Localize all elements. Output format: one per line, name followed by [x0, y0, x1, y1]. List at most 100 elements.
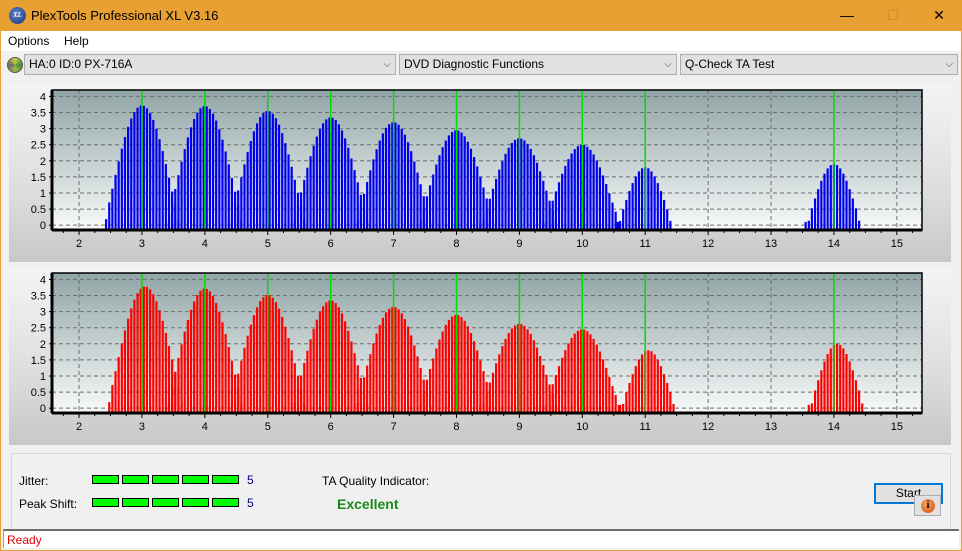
bar	[123, 136, 127, 232]
bar	[416, 356, 419, 415]
bar	[447, 135, 451, 232]
bar	[347, 147, 350, 232]
bar	[359, 205, 362, 232]
bar	[117, 357, 120, 415]
menu-options[interactable]: Options	[8, 34, 49, 48]
bar	[495, 178, 498, 232]
bar	[362, 377, 366, 415]
bar	[460, 132, 463, 232]
jitter-segment	[122, 475, 149, 484]
test-select[interactable]: Q-Check TA Test ⌵	[680, 54, 958, 75]
bar	[488, 382, 491, 415]
bar	[152, 294, 155, 415]
bar	[625, 392, 628, 415]
bar	[221, 139, 224, 232]
bar	[608, 193, 611, 232]
bar	[611, 386, 614, 415]
y-tick-label: 2.5	[31, 140, 46, 152]
bar	[309, 156, 312, 232]
bar	[174, 188, 177, 232]
bar	[659, 191, 663, 232]
y-tick-label: 0.5	[31, 204, 46, 216]
minimize-button[interactable]: —	[824, 0, 870, 31]
bar	[628, 382, 631, 415]
menu-help[interactable]: Help	[64, 34, 89, 48]
bar	[155, 301, 158, 415]
bar	[369, 170, 372, 232]
bar	[817, 189, 820, 232]
bar	[359, 388, 362, 415]
drive-select-value: HA:0 ID:0 PX-716A	[29, 57, 133, 71]
bar	[221, 322, 224, 415]
bar	[625, 199, 628, 232]
bar	[557, 366, 561, 415]
bar	[539, 171, 542, 232]
bar	[353, 170, 356, 232]
bar	[469, 333, 473, 415]
y-tick-label: 3.5	[31, 291, 46, 303]
bar	[611, 202, 614, 232]
bar	[573, 333, 576, 415]
bar	[277, 308, 281, 415]
bar	[605, 367, 608, 415]
bar	[362, 193, 366, 232]
x-tick-label: 12	[702, 421, 714, 433]
top-chart-panel: 0 0.5 1 1.5 2 2.5 3 3.5 4 2 3 4 5 6 7 8 9 10 11 12 13 14 15	[9, 84, 951, 262]
bar	[495, 363, 498, 415]
x-tick-label: 6	[328, 421, 334, 433]
bar	[466, 326, 469, 415]
bar	[193, 301, 196, 415]
bar	[296, 387, 300, 415]
bar	[854, 208, 858, 232]
bar	[810, 208, 814, 232]
bar	[193, 119, 196, 232]
bar	[666, 382, 669, 415]
x-tick-label: 7	[391, 421, 397, 433]
bar	[114, 174, 117, 232]
bar	[589, 149, 592, 232]
bar	[375, 149, 378, 232]
bar	[281, 133, 284, 232]
bar	[851, 370, 854, 415]
x-tick-label: 10	[576, 238, 588, 250]
x-tick-label: 7	[391, 238, 397, 250]
x-tick-label: 15	[891, 421, 903, 433]
bar	[851, 198, 854, 232]
bar	[601, 359, 605, 415]
info-button[interactable]: i	[914, 495, 941, 516]
x-tick-label: 13	[765, 421, 777, 433]
x-tick-label: 13	[765, 238, 777, 250]
bar	[532, 340, 535, 415]
bar	[164, 332, 167, 415]
peak-shift-segment	[152, 498, 179, 507]
bar	[375, 333, 378, 415]
y-tick-label: 2	[40, 339, 46, 351]
bar	[535, 347, 539, 415]
y-tick-label: 4	[40, 274, 46, 286]
main-window: Options Help HA:0 ID:0 PX-716A ⌵ DVD Dia…	[1, 31, 961, 550]
bar	[372, 159, 375, 232]
bar	[142, 286, 145, 415]
function-select[interactable]: DVD Diagnostic Functions ⌵	[399, 54, 677, 75]
bar	[507, 147, 510, 232]
bar	[340, 313, 344, 415]
x-tick-label: 5	[265, 238, 271, 250]
bar	[548, 209, 551, 232]
bar	[350, 158, 353, 232]
bar	[450, 316, 454, 415]
bar	[435, 164, 438, 232]
close-button[interactable]: ✕	[916, 0, 962, 31]
drive-select[interactable]: HA:0 ID:0 PX-716A ⌵	[24, 54, 396, 75]
bar	[158, 139, 161, 232]
bar	[523, 140, 526, 232]
bar	[127, 318, 130, 415]
bar	[277, 124, 281, 232]
maximize-button[interactable]: ☐	[870, 0, 916, 31]
bar	[551, 200, 554, 232]
bar	[605, 184, 608, 232]
bar	[268, 295, 271, 415]
bar	[255, 307, 259, 415]
bar	[394, 122, 397, 232]
bar	[211, 296, 215, 415]
bar	[334, 119, 337, 232]
